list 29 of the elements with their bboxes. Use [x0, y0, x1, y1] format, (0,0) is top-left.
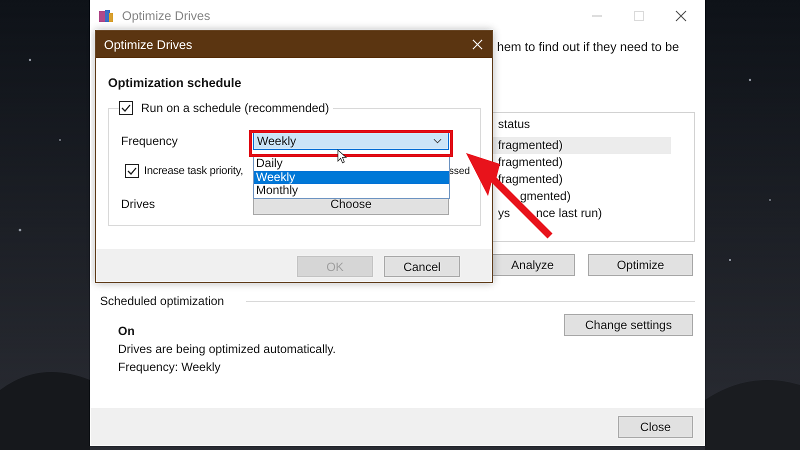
drive-optimizer-icon: [98, 8, 114, 24]
checkbox[interactable]: [125, 164, 139, 178]
schedule-state: On: [118, 324, 136, 338]
frequency-label: Frequency: [121, 134, 179, 148]
status-text: nce last run): [536, 205, 602, 222]
close-icon[interactable]: [675, 10, 687, 22]
cancel-button[interactable]: Cancel: [384, 256, 460, 277]
window-title: Optimize Drives: [122, 9, 210, 23]
analyze-button[interactable]: Analyze: [490, 254, 575, 276]
checkbox-label: Increase task priority,: [144, 165, 244, 177]
status-text: ys: [498, 205, 510, 222]
checkbox-label: ssed: [448, 166, 470, 176]
optimize-button[interactable]: Optimize: [588, 254, 693, 276]
dropdown-option[interactable]: Daily: [254, 157, 449, 170]
schedule-description: Drives are being optimized automatically.: [118, 342, 337, 356]
intro-text: hem to find out if they need to be: [497, 40, 680, 54]
column-header[interactable]: status: [498, 117, 530, 131]
checkbox-label: Run on a schedule (recommended): [141, 101, 330, 115]
drives-label: Drives: [121, 196, 156, 210]
dialog-title: Optimize Drives: [104, 38, 192, 52]
caret-icon: [433, 138, 442, 144]
dropdown-option[interactable]: Weekly: [254, 170, 449, 184]
close-button[interactable]: Close: [618, 416, 693, 438]
status-text: fragmented): [498, 137, 563, 154]
section-heading: Scheduled optimization: [100, 294, 224, 308]
checkbox[interactable]: [119, 101, 133, 115]
change-settings-button[interactable]: Change settings: [564, 314, 693, 336]
dialog-heading: Optimization schedule: [108, 76, 242, 90]
schedule-frequency: Frequency: Weekly: [118, 360, 222, 374]
